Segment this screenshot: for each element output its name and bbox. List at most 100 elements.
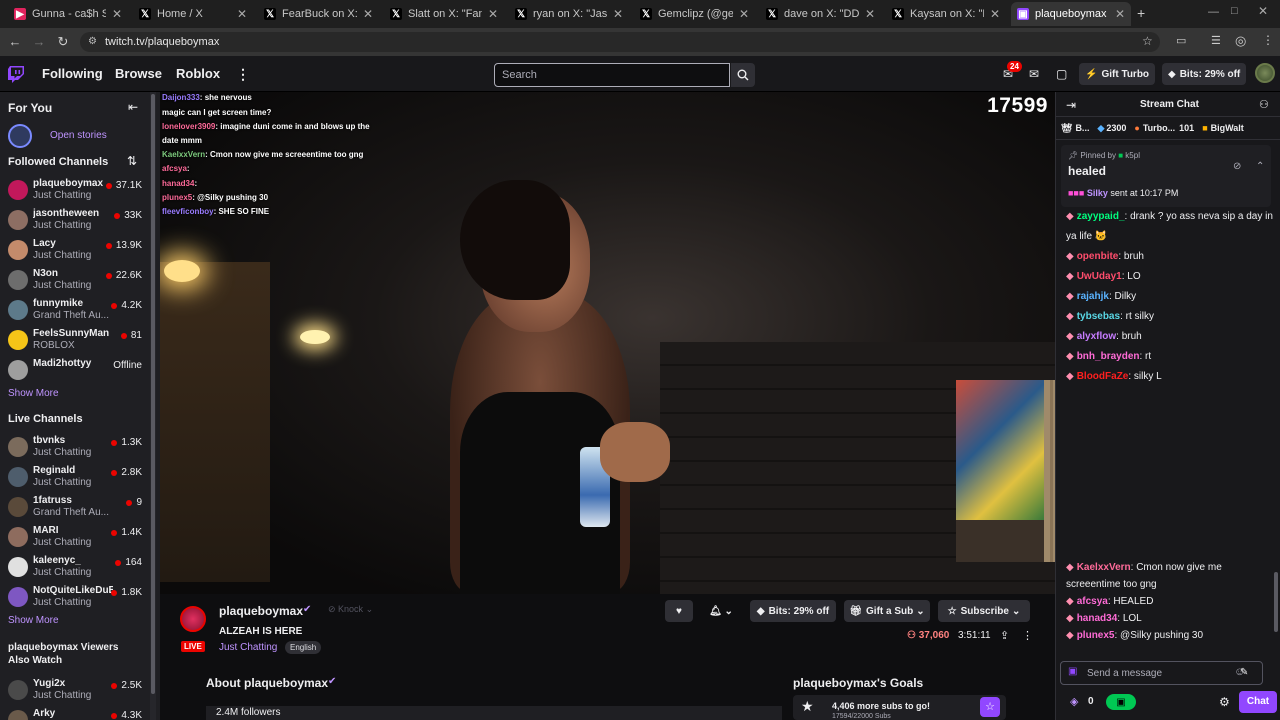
minimize-icon[interactable]: — xyxy=(1208,6,1219,18)
search-input[interactable]: Search xyxy=(494,63,730,87)
address-bar[interactable]: ⚙ twitch.tv/plaqueboymax xyxy=(80,32,1160,52)
whispers-icon[interactable]: ✉ xyxy=(1029,67,1039,81)
chat-send-button[interactable]: Chat xyxy=(1239,691,1277,713)
reload-icon[interactable]: ↻ xyxy=(51,34,75,50)
chat-settings-icon[interactable]: ⚙ xyxy=(1219,695,1230,709)
chat-badge-icon[interactable]: ▣ xyxy=(1068,666,1077,677)
stories-avatar[interactable] xyxy=(8,124,32,148)
window-close-icon[interactable]: ✕ xyxy=(1258,4,1268,18)
gift-turbo-button[interactable]: ⚡ Gift Turbo xyxy=(1079,63,1156,85)
nav-following[interactable]: Following xyxy=(42,66,103,81)
chat-scrollbar[interactable] xyxy=(1274,572,1278,632)
browser-tab[interactable]: 𝕏 Gemclipz (@gemclip ✕ xyxy=(634,2,755,26)
bits-cheer-icon[interactable]: ✎ xyxy=(1240,667,1248,678)
tab-close-icon[interactable]: ✕ xyxy=(363,7,373,21)
notifications-bell-button[interactable]: 🔔︎ ⌄ xyxy=(701,600,741,622)
twitch-logo-icon[interactable] xyxy=(8,66,24,83)
sidebar-channel[interactable]: Madi2hottyy Offline xyxy=(0,356,150,386)
tab-close-icon[interactable]: ✕ xyxy=(237,7,247,21)
sidebar-channel[interactable]: Lacy Just Chatting 13.9K xyxy=(0,236,150,266)
more-menu-icon[interactable]: ⋮ xyxy=(236,66,250,83)
chat-username[interactable]: KaelxxVern xyxy=(1077,562,1131,573)
nav-roblox[interactable]: Roblox xyxy=(176,66,220,81)
chat-username[interactable]: UwUday1 xyxy=(1077,271,1122,282)
sort-icon[interactable]: ⇅ xyxy=(127,154,137,168)
sidebar-channel[interactable]: plaqueboymax Just Chatting 37.1K xyxy=(0,176,150,206)
subscribe-button[interactable]: ☆ Subscribe ⌄ xyxy=(938,600,1030,622)
chat-username[interactable]: rajahjk xyxy=(1077,291,1109,302)
show-more-followed[interactable]: Show More xyxy=(8,388,59,399)
chat-username[interactable]: bnh_brayden xyxy=(1077,351,1140,362)
back-icon[interactable]: ← xyxy=(3,34,27,49)
stream-category-link[interactable]: Just Chatting xyxy=(219,642,277,653)
user-avatar[interactable] xyxy=(1255,63,1275,83)
tab-close-icon[interactable]: ✕ xyxy=(613,7,623,21)
sidebar-scrollbar[interactable] xyxy=(150,92,156,720)
get-bits-button[interactable]: ◆ Bits: 29% off xyxy=(1162,63,1247,85)
tab-close-icon[interactable]: ✕ xyxy=(865,7,875,21)
collapse-pinned-icon[interactable]: ⌃ xyxy=(1256,161,1264,172)
sidebar-channel[interactable]: NotQuiteLikeDuB Just Chatting 1.8K xyxy=(0,583,150,613)
streamer-avatar[interactable] xyxy=(180,606,206,632)
tab-close-icon[interactable]: ✕ xyxy=(990,7,1000,21)
channel-points-icon[interactable]: ◈ xyxy=(1070,695,1078,708)
forward-icon[interactable]: → xyxy=(27,34,51,49)
activity-icon[interactable]: ▢ xyxy=(1056,67,1067,81)
collapse-chat-icon[interactable]: ⇥ xyxy=(1066,98,1076,112)
language-tag[interactable]: English xyxy=(285,641,322,654)
chat-username[interactable]: tybsebas xyxy=(1077,311,1120,322)
new-tab-icon[interactable]: + xyxy=(1137,5,1145,21)
chat-username[interactable]: plunex5 xyxy=(1077,630,1115,641)
leaderboard[interactable]: 👑︎ B... ◆ 2300 ● Turbo... 101 ■ BigWalt xyxy=(1056,116,1280,140)
hide-pinned-icon[interactable]: ⊘ xyxy=(1233,161,1241,172)
community-icon[interactable]: ⚇ xyxy=(1259,98,1269,111)
follow-heart-button[interactable]: ♥ xyxy=(665,600,693,622)
tab-close-icon[interactable]: ✕ xyxy=(112,7,122,21)
browser-tab[interactable]: 𝕏ryan on X: "Jason ✕ xyxy=(509,2,629,26)
browser-tab[interactable]: ▣ plaqueboymax - ✕ xyxy=(1011,2,1131,26)
sidebar-channel[interactable]: N3on Just Chatting 22.6K xyxy=(0,266,150,296)
streamer-name[interactable]: plaqueboymax xyxy=(219,604,303,618)
share-icon[interactable]: ⇪ xyxy=(1000,629,1009,642)
browser-tab[interactable]: 𝕏 FearBuck on X: "Stabl ✕ xyxy=(258,2,379,26)
browser-tab[interactable]: 𝕏 Home / X ✕ xyxy=(133,2,253,26)
open-stories-link[interactable]: Open stories xyxy=(50,130,107,141)
sidebar-channel[interactable]: tbvnks Just Chatting 1.3K xyxy=(0,433,150,463)
nav-browse[interactable]: Browse xyxy=(115,66,162,81)
site-info-icon[interactable]: ⚙ xyxy=(88,32,97,52)
knock-button[interactable]: ⊘ Knock ⌄ xyxy=(328,604,373,615)
sidebar-channel[interactable]: Arky 4.3K xyxy=(0,706,150,720)
sidebar-channel[interactable]: jasontheween Just Chatting 33K xyxy=(0,206,150,236)
browser-tab[interactable]: 𝕏 Kaysan on X: "Happy ✕ xyxy=(886,2,1006,26)
tab-close-icon[interactable]: ✕ xyxy=(488,7,498,21)
chat-username[interactable]: afcsya xyxy=(1077,596,1108,607)
collapse-sidebar-icon[interactable]: ⇤ xyxy=(128,100,138,114)
show-more-live[interactable]: Show More xyxy=(8,615,59,626)
goal-subscribe-button[interactable]: ☆ xyxy=(980,697,1000,717)
profile-icon[interactable]: ◎ xyxy=(1235,33,1246,49)
browser-tab[interactable]: 𝕏dave on X: "DDG w ✕ xyxy=(760,2,881,26)
sidebar-channel[interactable]: MARI Just Chatting 1.4K xyxy=(0,523,150,553)
more-options-icon[interactable]: ⋮ xyxy=(1022,629,1033,642)
extensions-icon[interactable]: ☰ xyxy=(1211,34,1221,47)
browser-tab[interactable]: ▶ Gunna - ca$h Shit [Of ✕ xyxy=(8,2,128,26)
browser-tab[interactable]: 𝕏 Slatt on X: "Fanum s ✕ xyxy=(384,2,504,26)
chat-username[interactable]: zayypaid_ xyxy=(1077,211,1125,222)
video-player[interactable]: 17599 Daijon333: she nervous magic can I … xyxy=(160,92,1055,594)
sidebar-channel[interactable]: kaleenyc_ Just Chatting 164 xyxy=(0,553,150,583)
maximize-icon[interactable]: □ xyxy=(1231,5,1238,17)
gift-sub-button[interactable]: 🎁︎ Gift a Sub ⌄ xyxy=(844,600,930,622)
chat-username[interactable]: BloodFaZe xyxy=(1077,371,1129,382)
bookmark-star-icon[interactable]: ☆ xyxy=(1142,34,1153,48)
search-button[interactable] xyxy=(731,63,755,87)
sidebar-channel[interactable]: 1fatruss Grand Theft Au... 9 xyxy=(0,493,150,523)
chat-username[interactable]: hanad34 xyxy=(1077,613,1118,624)
sidebar-channel[interactable]: FeelsSunnyMan ROBLOX 81 xyxy=(0,326,150,356)
chat-username[interactable]: alyxflow xyxy=(1077,331,1116,342)
claim-bonus-icon[interactable]: ▣ xyxy=(1106,694,1136,710)
chat-input[interactable]: ▣ Send a message ☺ xyxy=(1060,661,1263,685)
chat-username[interactable]: openbite xyxy=(1077,251,1119,262)
sidebar-channel[interactable]: Yugi2x Just Chatting 2.5K xyxy=(0,676,150,706)
cast-icon[interactable]: ▭ xyxy=(1176,34,1186,47)
browser-menu-icon[interactable]: ⋮ xyxy=(1262,33,1274,47)
